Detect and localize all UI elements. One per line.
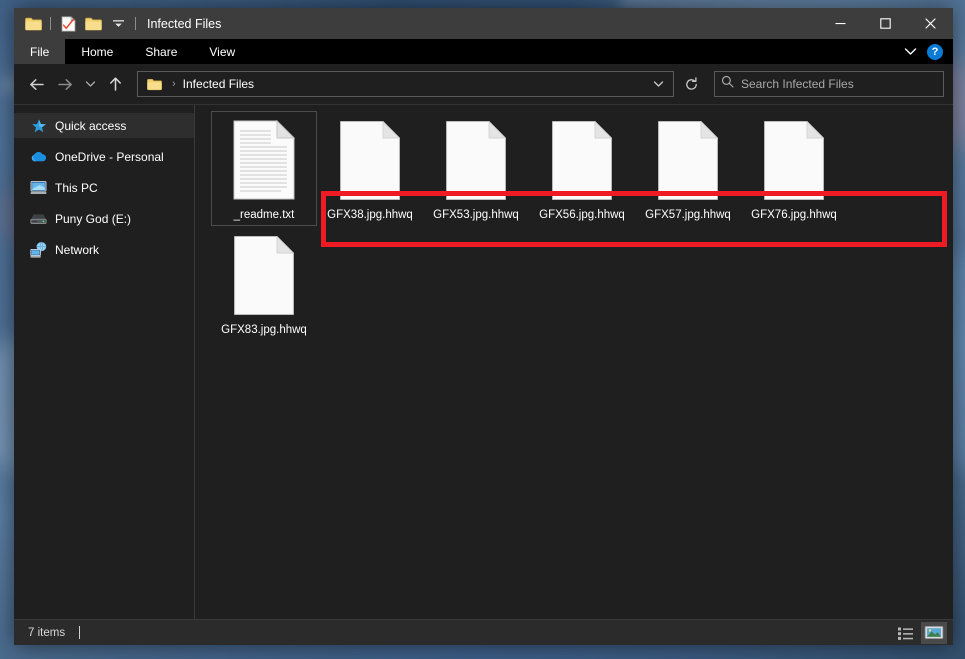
tab-home[interactable]: Home [65, 39, 129, 64]
breadcrumb-current-folder[interactable]: Infected Files [183, 77, 254, 91]
search-box[interactable] [714, 71, 944, 97]
file-item[interactable]: GFX83.jpg.hhwq [211, 226, 317, 341]
item-count-label: 7 items [28, 626, 66, 639]
drive-icon [30, 210, 47, 227]
file-name: GFX76.jpg.hhwq [751, 209, 837, 221]
explorer-body: Quick access OneDrive - Personal This PC… [14, 104, 953, 619]
cloud-icon [30, 148, 47, 165]
up-button[interactable] [102, 70, 129, 98]
folder-icon[interactable] [23, 14, 43, 34]
file-explorer-window: Infected Files File Home Share View ? › … [14, 8, 953, 645]
blank-document-icon [340, 118, 400, 202]
ribbon-right-controls: ? [904, 39, 953, 64]
blank-document-icon [234, 233, 294, 317]
address-dropdown-icon[interactable] [647, 72, 669, 96]
title-bar[interactable]: Infected Files [14, 8, 953, 39]
expand-ribbon-icon[interactable] [904, 43, 917, 61]
search-icon [721, 75, 734, 93]
blank-document-icon [552, 118, 612, 202]
file-item[interactable]: GFX56.jpg.hhwq [529, 111, 635, 226]
customize-qat-icon[interactable] [108, 14, 128, 34]
tab-share[interactable]: Share [129, 39, 193, 64]
sidebar-item-label: This PC [55, 180, 98, 195]
search-input[interactable] [741, 77, 937, 91]
tab-view[interactable]: View [193, 39, 251, 64]
sidebar-item-label: Puny God (E:) [55, 211, 132, 226]
sidebar-item-label: Network [55, 242, 100, 257]
monitor-icon [30, 179, 47, 196]
file-grid: _readme.txt GFX38.jpg.hhwq GFX53.jpg.hhw… [195, 105, 953, 341]
ribbon-spacer [251, 39, 904, 64]
properties-icon[interactable] [58, 14, 78, 34]
toolbar-separator [50, 17, 51, 30]
quick-access-toolbar [14, 14, 138, 34]
sidebar-item-quick-access[interactable]: Quick access [14, 113, 194, 138]
sidebar-item-label: Quick access [55, 118, 127, 133]
close-button[interactable] [908, 8, 953, 39]
sidebar-item-onedrive[interactable]: OneDrive - Personal [14, 144, 194, 169]
sidebar-item-network[interactable]: Network [14, 237, 194, 262]
blank-document-icon [446, 118, 506, 202]
file-item[interactable]: GFX38.jpg.hhwq [317, 111, 423, 226]
details-view-button[interactable] [893, 622, 919, 644]
address-bar[interactable]: › Infected Files [137, 71, 674, 97]
network-icon [30, 241, 47, 258]
refresh-icon[interactable] [678, 71, 704, 97]
status-separator [79, 626, 81, 639]
sidebar-item-puny-god-e[interactable]: Puny God (E:) [14, 206, 194, 231]
file-item[interactable]: GFX57.jpg.hhwq [635, 111, 741, 226]
ribbon-tab-strip: File Home Share View ? [14, 39, 953, 64]
minimize-button[interactable] [818, 8, 863, 39]
file-name: GFX57.jpg.hhwq [645, 209, 731, 221]
breadcrumb-folder-icon [147, 78, 162, 91]
file-list-view[interactable]: _readme.txt GFX38.jpg.hhwq GFX53.jpg.hhw… [195, 105, 953, 619]
sidebar-item-this-pc[interactable]: This PC [14, 175, 194, 200]
file-name: GFX83.jpg.hhwq [221, 324, 307, 336]
tab-file[interactable]: File [14, 39, 66, 64]
text-document-icon [233, 118, 295, 202]
window-controls [818, 8, 953, 39]
blank-document-icon [764, 118, 824, 202]
navigation-pane: Quick access OneDrive - Personal This PC… [14, 105, 195, 619]
file-name: _readme.txt [233, 209, 295, 221]
star-icon [30, 117, 47, 134]
file-item[interactable]: _readme.txt [211, 111, 317, 226]
help-icon[interactable]: ? [927, 43, 943, 60]
address-toolbar: › Infected Files [14, 64, 953, 104]
file-item[interactable]: GFX53.jpg.hhwq [423, 111, 529, 226]
recent-locations-icon[interactable] [81, 70, 100, 98]
toolbar-separator [135, 17, 136, 30]
back-button[interactable] [23, 70, 50, 98]
new-folder-icon[interactable] [83, 14, 103, 34]
breadcrumb-separator[interactable]: › [167, 78, 181, 90]
blank-document-icon [658, 118, 718, 202]
file-name: GFX38.jpg.hhwq [327, 209, 413, 221]
status-bar: 7 items [14, 619, 953, 645]
file-name: GFX53.jpg.hhwq [433, 209, 519, 221]
maximize-button[interactable] [863, 8, 908, 39]
window-title: Infected Files [147, 16, 222, 31]
large-icons-view-button[interactable] [921, 621, 947, 644]
file-name: GFX56.jpg.hhwq [539, 209, 625, 221]
forward-button[interactable] [52, 70, 79, 98]
file-item[interactable]: GFX76.jpg.hhwq [741, 111, 847, 226]
sidebar-item-label: OneDrive - Personal [55, 149, 164, 164]
